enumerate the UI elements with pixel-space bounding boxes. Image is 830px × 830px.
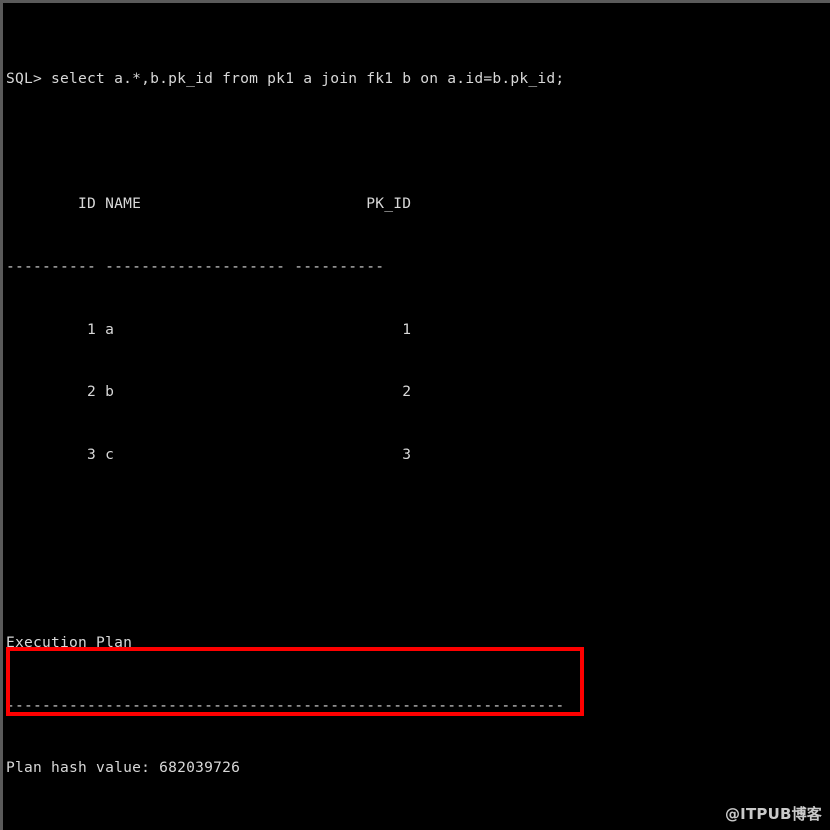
resultset-row: 3 c 3: [6, 445, 412, 463]
resultset-row: 2 b 2: [6, 383, 412, 401]
execution-plan-title: Execution Plan: [6, 634, 133, 652]
resultset-separator: ---------- -------------------- --------…: [6, 257, 385, 275]
sql-command-line: SQL> select a.*,b.pk_id from pk1 a join …: [6, 69, 565, 87]
plan-hash-value: Plan hash value: 682039726: [6, 759, 241, 777]
resultset-row: 1 a 1: [6, 320, 412, 338]
execution-plan-title-rule: ----------------------------------------…: [6, 696, 565, 714]
resultset-header: ID NAME PK_ID: [6, 195, 412, 213]
watermark: @ITPUB博客: [724, 805, 822, 823]
terminal-window: SQL> select a.*,b.pk_id from pk1 a join …: [0, 0, 830, 830]
terminal-output[interactable]: SQL> select a.*,b.pk_id from pk1 a join …: [6, 6, 830, 830]
